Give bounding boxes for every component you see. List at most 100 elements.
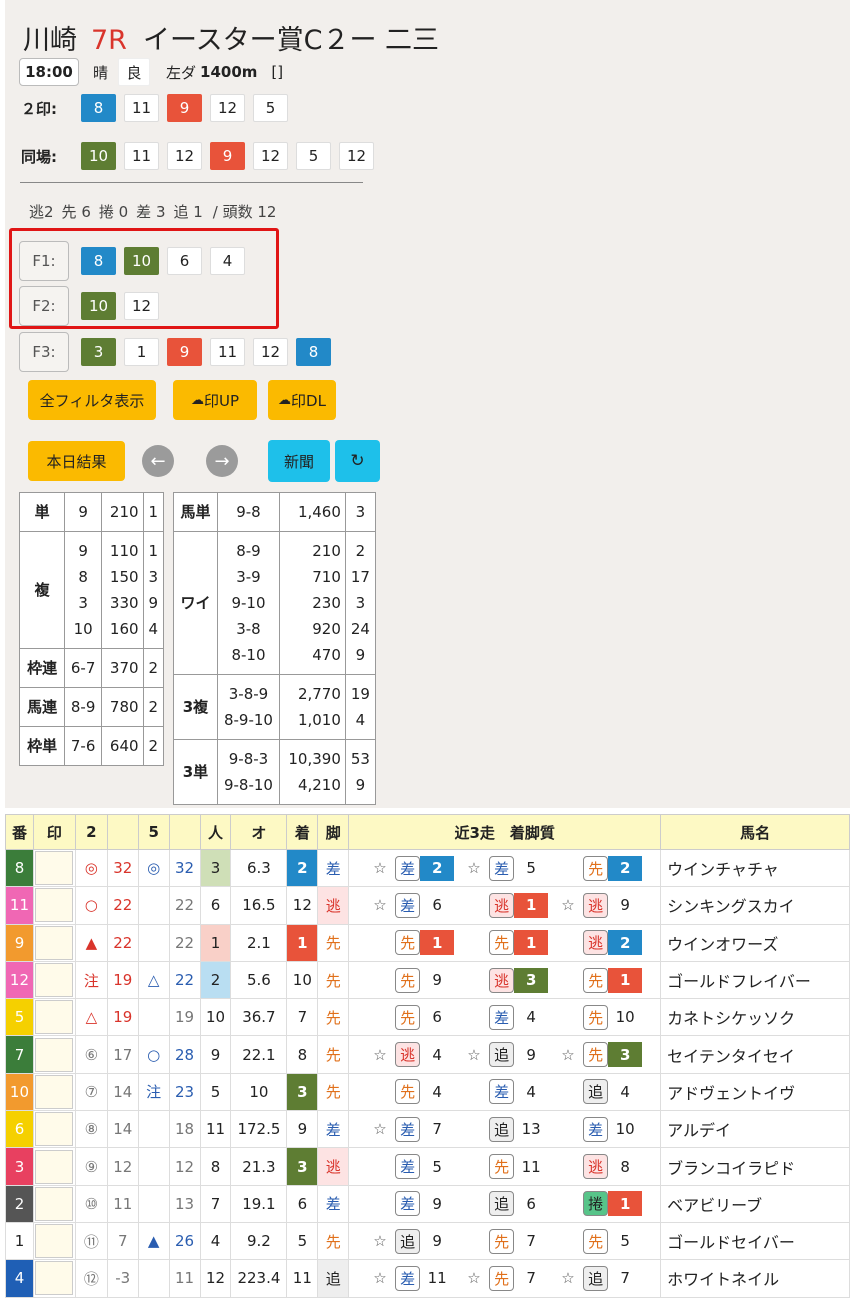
mark-box[interactable] (35, 1224, 74, 1259)
horse-name[interactable]: ブランコイラピド (660, 1147, 850, 1186)
mark-box[interactable] (35, 925, 74, 960)
table-row[interactable]: 10 ⑦ 14 注 23 5 10 3 先先 4 差 4 追 4 アドヴェントイヴ (5, 1072, 850, 1112)
column-header[interactable]: 人 (199, 814, 232, 850)
table-row[interactable]: 12 注 19 △ 22 2 5.6 10 先先 9 逃 3 先 1 ゴールドフレイバー (5, 960, 850, 1000)
star-icon[interactable]: ☆ (561, 1269, 583, 1287)
star-icon[interactable]: ☆ (467, 859, 489, 877)
star-icon[interactable]: ☆ (467, 1269, 489, 1287)
horse-name[interactable]: シンキングスカイ (660, 886, 850, 925)
column-header[interactable]: 2 (74, 814, 108, 850)
horse-name[interactable]: ゴールドフレイバー (660, 960, 850, 1000)
recent-style: 先 (489, 1228, 515, 1254)
mark-input[interactable] (32, 1035, 76, 1074)
mark-input[interactable] (32, 998, 76, 1037)
mark-5 (137, 886, 170, 925)
filter-f3-button[interactable]: F3: (19, 332, 69, 372)
mark-box[interactable] (35, 851, 74, 886)
table-row[interactable]: 6 ⑧ 14 18 11 172.5 9 差 ☆ 差 7 追 13 差 10 アルデイ (5, 1110, 850, 1149)
star-icon[interactable]: ☆ (373, 1046, 395, 1064)
table-row[interactable]: 9 ▲ 22 22 1 2.1 1 先先 1 先 1 逃 2 ウインオワーズ (5, 923, 850, 962)
mark-box[interactable] (35, 1261, 74, 1296)
today-results-button[interactable]: 本日結果 (28, 441, 125, 481)
horse-name[interactable]: セイテンタイセイ (660, 1035, 850, 1074)
payout-table-left: 単 9 210 1 複 9 8 3 10 110 150 330 160 1 3 9 4 枠連 6-7 370 2 馬連 8… (18, 492, 165, 766)
payout-amount: 210 710 230 920 470 (279, 531, 346, 675)
mark-input[interactable] (32, 960, 76, 1000)
table-row[interactable]: 8 ◎ 32 ◎ 32 3 6.3 2 差 ☆ 差 2 ☆ 差 5 先 2 ウインチャチャ (5, 848, 850, 888)
column-header[interactable]: 5 (137, 814, 170, 850)
mark-box[interactable] (35, 1037, 74, 1072)
marks-upload-button[interactable]: ☁ 印UP (173, 380, 257, 420)
column-header[interactable]: 脚 (317, 814, 350, 850)
mark-box[interactable] (35, 1000, 74, 1035)
column-header[interactable]: 馬名 (660, 814, 850, 850)
recent-style: 差 (395, 1265, 421, 1291)
mark-box[interactable] (35, 963, 74, 998)
marks2-label: ２印: (21, 99, 57, 118)
mark-box[interactable] (35, 1112, 74, 1147)
recent-finish: 6 (432, 896, 442, 915)
recent-style: 先 (583, 1228, 609, 1254)
star-icon[interactable]: ☆ (373, 859, 395, 877)
star-icon[interactable]: ☆ (561, 896, 583, 914)
table-row[interactable]: 3 ⑨ 12 12 8 21.3 3 逃差 5 先 11 逃 8 ブランコイラピド (5, 1147, 850, 1186)
column-header[interactable] (106, 814, 139, 850)
filter-f1-button[interactable]: F1: (19, 241, 69, 281)
star-icon[interactable]: ☆ (467, 1046, 489, 1064)
column-header[interactable]: 印 (32, 814, 76, 850)
horse-name[interactable]: ホワイトネイル (660, 1259, 850, 1298)
mark-box[interactable] (35, 1149, 74, 1184)
table-row[interactable]: 7 ⑥ 17 ○ 28 9 22.1 8 先 ☆ 逃 4 ☆ 追 9 ☆ 先 3 セイテンタイセイ (5, 1035, 850, 1074)
mark-input[interactable] (32, 1221, 76, 1261)
column-header[interactable]: 着 (286, 814, 319, 850)
prev-arrow-button[interactable]: ← (142, 445, 174, 477)
horse-name[interactable]: ベアビリーブ (660, 1184, 850, 1223)
mark-input[interactable] (32, 886, 76, 925)
horse-name[interactable]: ウインチャチャ (660, 848, 850, 888)
table-row[interactable]: 11 ○ 22 22 6 16.5 12 逃 ☆ 差 6 逃 1 ☆ 逃 9 シンキングスカイ (5, 886, 850, 925)
payout-value: 920 (312, 620, 341, 638)
horse-name[interactable]: ウインオワーズ (660, 923, 850, 962)
table-row[interactable]: 5 △ 19 19 10 36.7 7 先先 6 差 4 先 10 カネトシケッソク (5, 998, 850, 1037)
mark-5: 注 (137, 1072, 170, 1112)
horse-name[interactable]: アルデイ (660, 1110, 850, 1149)
show-all-filters-button[interactable]: 全フィルタ表示 (28, 380, 156, 420)
star-icon[interactable]: ☆ (373, 1120, 395, 1138)
table-row[interactable]: 1 ⑪ 7 ▲ 26 4 9.2 5 先 ☆ 追 9 先 7 先 5 ゴールドセイバー (5, 1221, 850, 1261)
recent-finish: 6 (432, 1008, 442, 1027)
refresh-button[interactable]: ↻ (335, 440, 380, 482)
star-icon[interactable]: ☆ (373, 1269, 395, 1287)
mark-input[interactable] (32, 1110, 76, 1149)
column-header[interactable] (168, 814, 201, 850)
horse-name[interactable]: アドヴェントイヴ (660, 1072, 850, 1112)
mark-input[interactable] (32, 1147, 76, 1186)
recent-3-races: ☆ 差 6 逃 1 ☆ 逃 9 (348, 886, 662, 925)
finish: 12 (286, 886, 319, 925)
mark-box[interactable] (35, 1186, 74, 1221)
newspaper-button[interactable]: 新聞 (268, 440, 330, 482)
star-icon[interactable]: ☆ (373, 1232, 395, 1250)
marks-download-button[interactable]: ☁ 印DL (268, 380, 336, 420)
horse-name[interactable]: ゴールドセイバー (660, 1221, 850, 1261)
mark-box[interactable] (35, 888, 74, 923)
next-arrow-button[interactable]: → (206, 445, 238, 477)
mark-box[interactable] (35, 1074, 74, 1109)
course: 左ダ (166, 63, 197, 82)
recent-race: ☆ 逃 9 (561, 892, 655, 918)
table-row[interactable]: 4 ⑫ -3 11 12 223.4 11 追 ☆ 差 11 ☆ 先 7 ☆ 追 7 ホワイトネイル (5, 1259, 850, 1298)
filter-f2-button[interactable]: F2: (19, 286, 69, 326)
mark-input[interactable] (32, 1184, 76, 1223)
mark-input[interactable] (32, 1259, 76, 1298)
table-row[interactable]: 2 ⑩ 11 13 7 19.1 6 差差 9 追 6 捲 1 ベアビリーブ (5, 1184, 850, 1223)
star-icon[interactable]: ☆ (373, 896, 395, 914)
number-chip: 5 (253, 94, 288, 122)
column-header[interactable]: 番 (5, 814, 34, 850)
star-icon[interactable]: ☆ (561, 1046, 583, 1064)
column-header[interactable]: オ (230, 814, 288, 850)
mark-input[interactable] (32, 1072, 76, 1112)
recent-style: 差 (395, 1116, 421, 1142)
mark-input[interactable] (32, 848, 76, 888)
column-header[interactable]: 近3走 着脚質 (348, 814, 662, 850)
horse-name[interactable]: カネトシケッソク (660, 998, 850, 1037)
mark-input[interactable] (32, 923, 76, 962)
